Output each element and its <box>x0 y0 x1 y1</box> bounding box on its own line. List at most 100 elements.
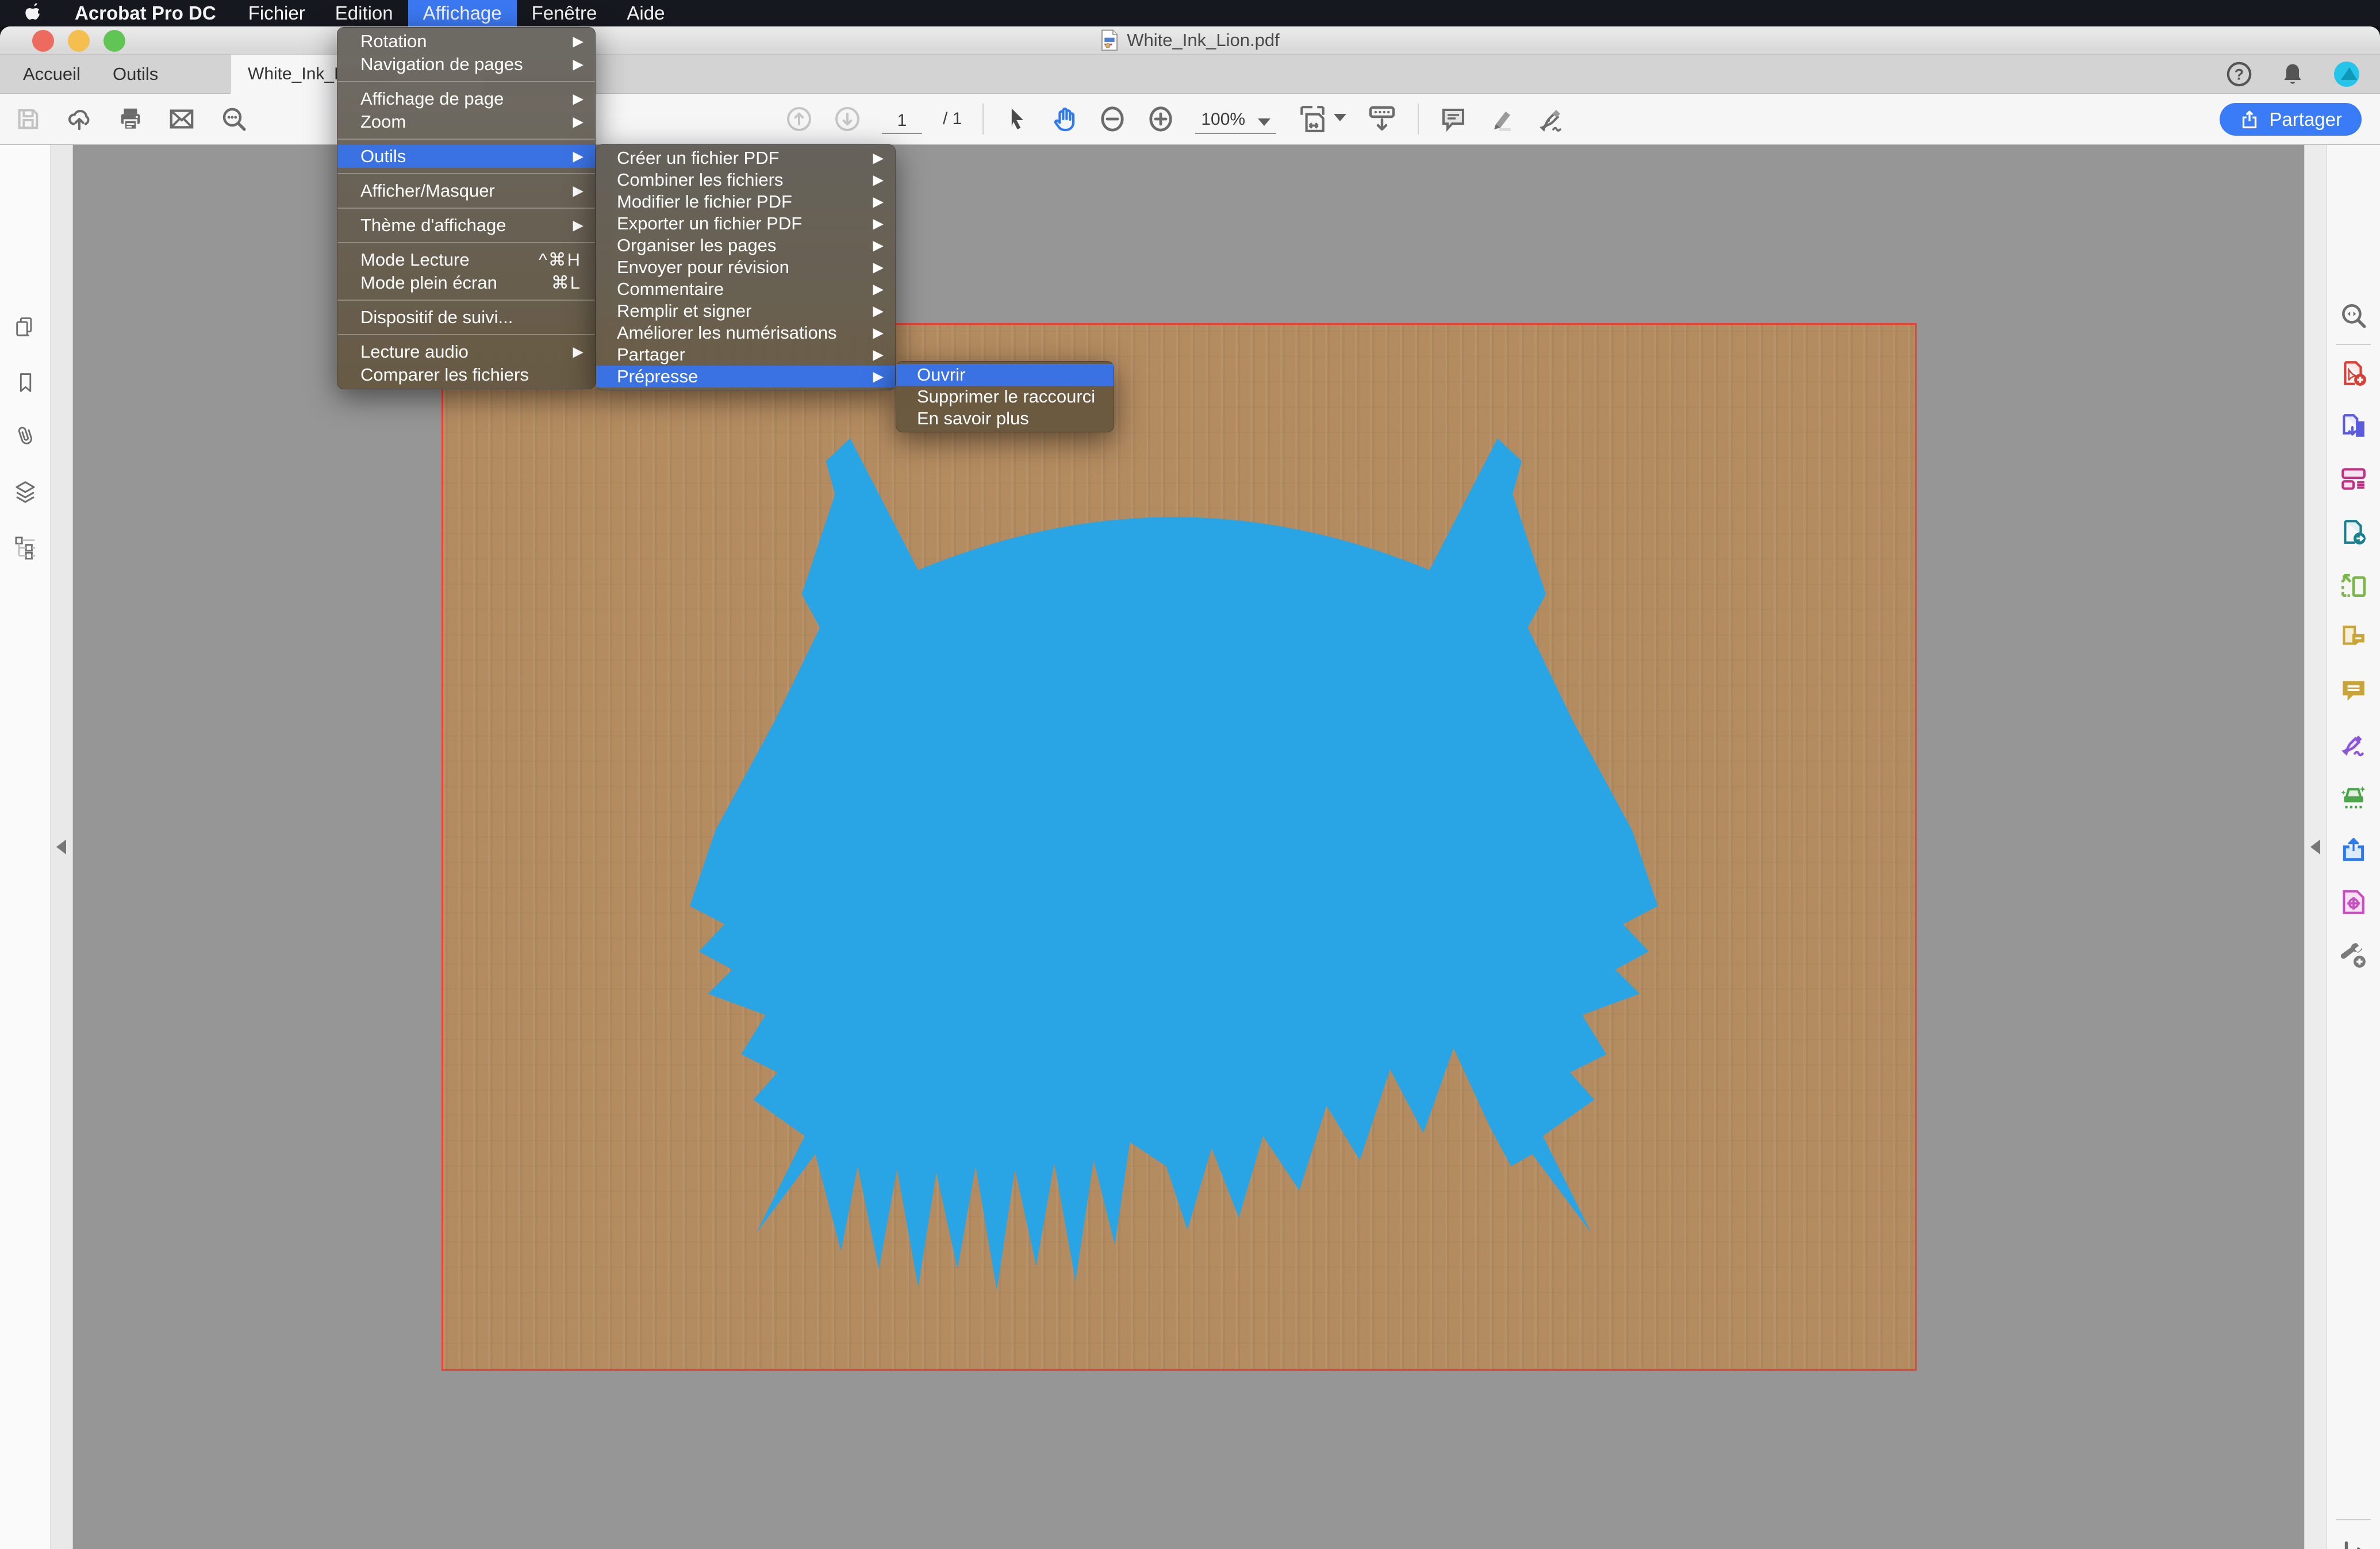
submenu-item-combiner-les-fichiers[interactable]: Combiner les fichiers▶ <box>596 169 895 191</box>
zoom-in-icon[interactable] <box>1147 105 1174 133</box>
right-panel-splitter[interactable] <box>2304 145 2327 1549</box>
submenu-item-commentaire[interactable]: Commentaire▶ <box>596 278 895 300</box>
submenu-arrow-icon: ▶ <box>573 217 584 234</box>
page-number-input[interactable]: 1 <box>882 104 922 134</box>
menu-item-outils[interactable]: Outils▶ <box>337 145 595 168</box>
layers-icon[interactable] <box>12 480 39 506</box>
menu-item-dispositif-de-suivi[interactable]: Dispositif de suivi... <box>337 306 595 329</box>
menu-item-affichage-de-page[interactable]: Affichage de page▶ <box>337 87 595 110</box>
pdf-document-icon <box>1100 29 1119 51</box>
submenu-item-exporter-un-fichier-pdf[interactable]: Exporter un fichier PDF▶ <box>596 213 895 235</box>
previous-page-icon[interactable] <box>785 105 813 133</box>
save-icon[interactable] <box>15 106 41 132</box>
submenu-arrow-icon: ▶ <box>873 259 884 276</box>
apple-logo-icon <box>24 3 41 23</box>
svg-text:?: ? <box>2235 66 2244 83</box>
highlighter-tool-icon[interactable] <box>1488 105 1515 133</box>
pdf-page[interactable] <box>442 323 1917 1371</box>
submenu-arrow-icon: ▶ <box>573 91 584 108</box>
submenu-arrow-icon: ▶ <box>573 114 584 131</box>
bookmarks-icon[interactable] <box>13 370 38 396</box>
submenu-item-supprimer-le-raccourci[interactable]: Supprimer le raccourci <box>896 386 1114 408</box>
fit-width-icon <box>1297 103 1328 135</box>
select-tool-icon[interactable] <box>1004 105 1030 133</box>
tab-outils[interactable]: Outils <box>101 55 170 94</box>
menu-item-afficher-masquer[interactable]: Afficher/Masquer▶ <box>337 179 595 202</box>
lion-silhouette <box>443 325 1915 1369</box>
menubar-item-affichage[interactable]: Affichage <box>408 0 517 26</box>
comment-tool-icon[interactable] <box>1439 105 1467 133</box>
menu-item-mode-lecture[interactable]: Mode Lecture^⌘H <box>337 248 595 271</box>
page-thumbnails-icon[interactable] <box>13 315 38 340</box>
zoom-out-icon[interactable] <box>1099 105 1126 133</box>
send-comments-tool-icon[interactable] <box>2339 623 2368 652</box>
more-tools-icon[interactable] <box>2339 941 2368 969</box>
menu-item-lecture-audio[interactable]: Lecture audio▶ <box>337 340 595 363</box>
submenu-arrow-icon: ▶ <box>573 148 584 165</box>
partager-button[interactable]: Partager <box>2220 103 2362 136</box>
email-icon[interactable] <box>168 106 195 132</box>
submenu-arrow-icon: ▶ <box>873 325 884 342</box>
marquee-zoom-icon[interactable] <box>2339 301 2368 330</box>
fill-sign-rail-tool-icon[interactable] <box>2339 729 2368 758</box>
zoom-level-control[interactable]: 100% <box>1195 104 1276 134</box>
menu-separator <box>337 139 595 140</box>
menubar-item-fichier[interactable]: Fichier <box>233 0 320 26</box>
export-pdf-tool-icon[interactable] <box>2339 412 2368 440</box>
menu-item-mode-plein-ecran[interactable]: Mode plein écran⌘L <box>337 271 595 294</box>
create-pdf-tool-icon[interactable] <box>2339 359 2368 388</box>
menu-item-zoom[interactable]: Zoom▶ <box>337 110 595 133</box>
submenu-item-creer-un-fichier-pdf[interactable]: Créer un fichier PDF▶ <box>596 147 895 169</box>
submenu-arrow-icon: ▶ <box>873 347 884 363</box>
cloud-upload-icon[interactable] <box>66 106 93 132</box>
submenu-item-partager[interactable]: Partager▶ <box>596 344 895 366</box>
menu-item-navigation-de-pages[interactable]: Navigation de pages▶ <box>337 53 595 76</box>
print-production-tool-icon[interactable] <box>2339 888 2368 917</box>
attachments-paperclip-icon[interactable] <box>13 423 38 448</box>
notifications-bell-icon[interactable] <box>2280 61 2305 87</box>
submenu-item-remplir-et-signer[interactable]: Remplir et signer▶ <box>596 300 895 322</box>
submenu-arrow-icon: ▶ <box>873 172 884 189</box>
menubar-item-aide[interactable]: Aide <box>612 0 680 26</box>
tab-accueil[interactable]: Accueil <box>11 55 92 94</box>
toolbar-divider <box>982 103 984 135</box>
submenu-item-ameliorer-les-numerisations[interactable]: Améliorer les numérisations▶ <box>596 322 895 344</box>
user-avatar[interactable] <box>2333 60 2360 88</box>
submenu-item-modifier-le-fichier-pdf[interactable]: Modifier le fichier PDF▶ <box>596 191 895 213</box>
next-page-icon[interactable] <box>834 105 861 133</box>
shortcut-label: ^⌘H <box>539 250 581 270</box>
menu-item-comparer-les-fichiers[interactable]: Comparer les fichiers <box>337 363 595 386</box>
menu-item-theme-affichage[interactable]: Thème d'affichage▶ <box>337 214 595 237</box>
resize-pages-tool-icon[interactable] <box>2339 570 2368 599</box>
print-icon[interactable] <box>117 106 144 132</box>
fit-width-control[interactable] <box>1297 103 1346 135</box>
search-icon[interactable] <box>220 105 248 133</box>
hide-toolbar-icon[interactable] <box>1367 104 1397 134</box>
hand-tool-icon[interactable] <box>1050 105 1078 133</box>
fill-sign-tool-icon[interactable] <box>1536 105 1565 133</box>
menu-item-rotation[interactable]: Rotation▶ <box>337 30 595 53</box>
menubar-item-edition[interactable]: Edition <box>320 0 408 26</box>
submenu-item-en-savoir-plus[interactable]: En savoir plus <box>896 408 1114 430</box>
submenu-arrow-icon: ▶ <box>573 344 584 361</box>
help-icon[interactable]: ? <box>2226 61 2252 87</box>
menubar-app-name[interactable]: Acrobat Pro DC <box>57 0 233 26</box>
submenu-item-envoyer-pour-revision[interactable]: Envoyer pour révision▶ <box>596 256 895 278</box>
collapse-left-panel-icon[interactable] <box>56 839 66 854</box>
organize-pages-tool-icon[interactable] <box>2339 465 2368 493</box>
left-panel-splitter[interactable] <box>51 145 73 1549</box>
submenu-item-organiser-les-pages[interactable]: Organiser les pages▶ <box>596 235 895 256</box>
expand-tools-pane-icon[interactable] <box>2310 839 2320 854</box>
submenu-item-prepresse[interactable]: Prépresse▶ <box>596 366 895 388</box>
apple-menu[interactable] <box>0 0 57 26</box>
submenu-arrow-icon: ▶ <box>873 237 884 254</box>
comment-rail-tool-icon[interactable] <box>2339 676 2368 705</box>
submenu-item-ouvrir[interactable]: Ouvrir <box>896 364 1114 386</box>
send-for-review-tool-icon[interactable] <box>2339 517 2368 546</box>
open-tools-pane-icon[interactable] <box>2339 1539 2368 1549</box>
outils-submenu: Créer un fichier PDF▶ Combiner les fichi… <box>596 144 896 390</box>
menubar-item-fenetre[interactable]: Fenêtre <box>517 0 612 26</box>
content-structure-icon[interactable] <box>12 534 39 560</box>
enhance-scans-tool-icon[interactable] <box>2339 782 2368 811</box>
share-rail-tool-icon[interactable] <box>2339 835 2368 864</box>
